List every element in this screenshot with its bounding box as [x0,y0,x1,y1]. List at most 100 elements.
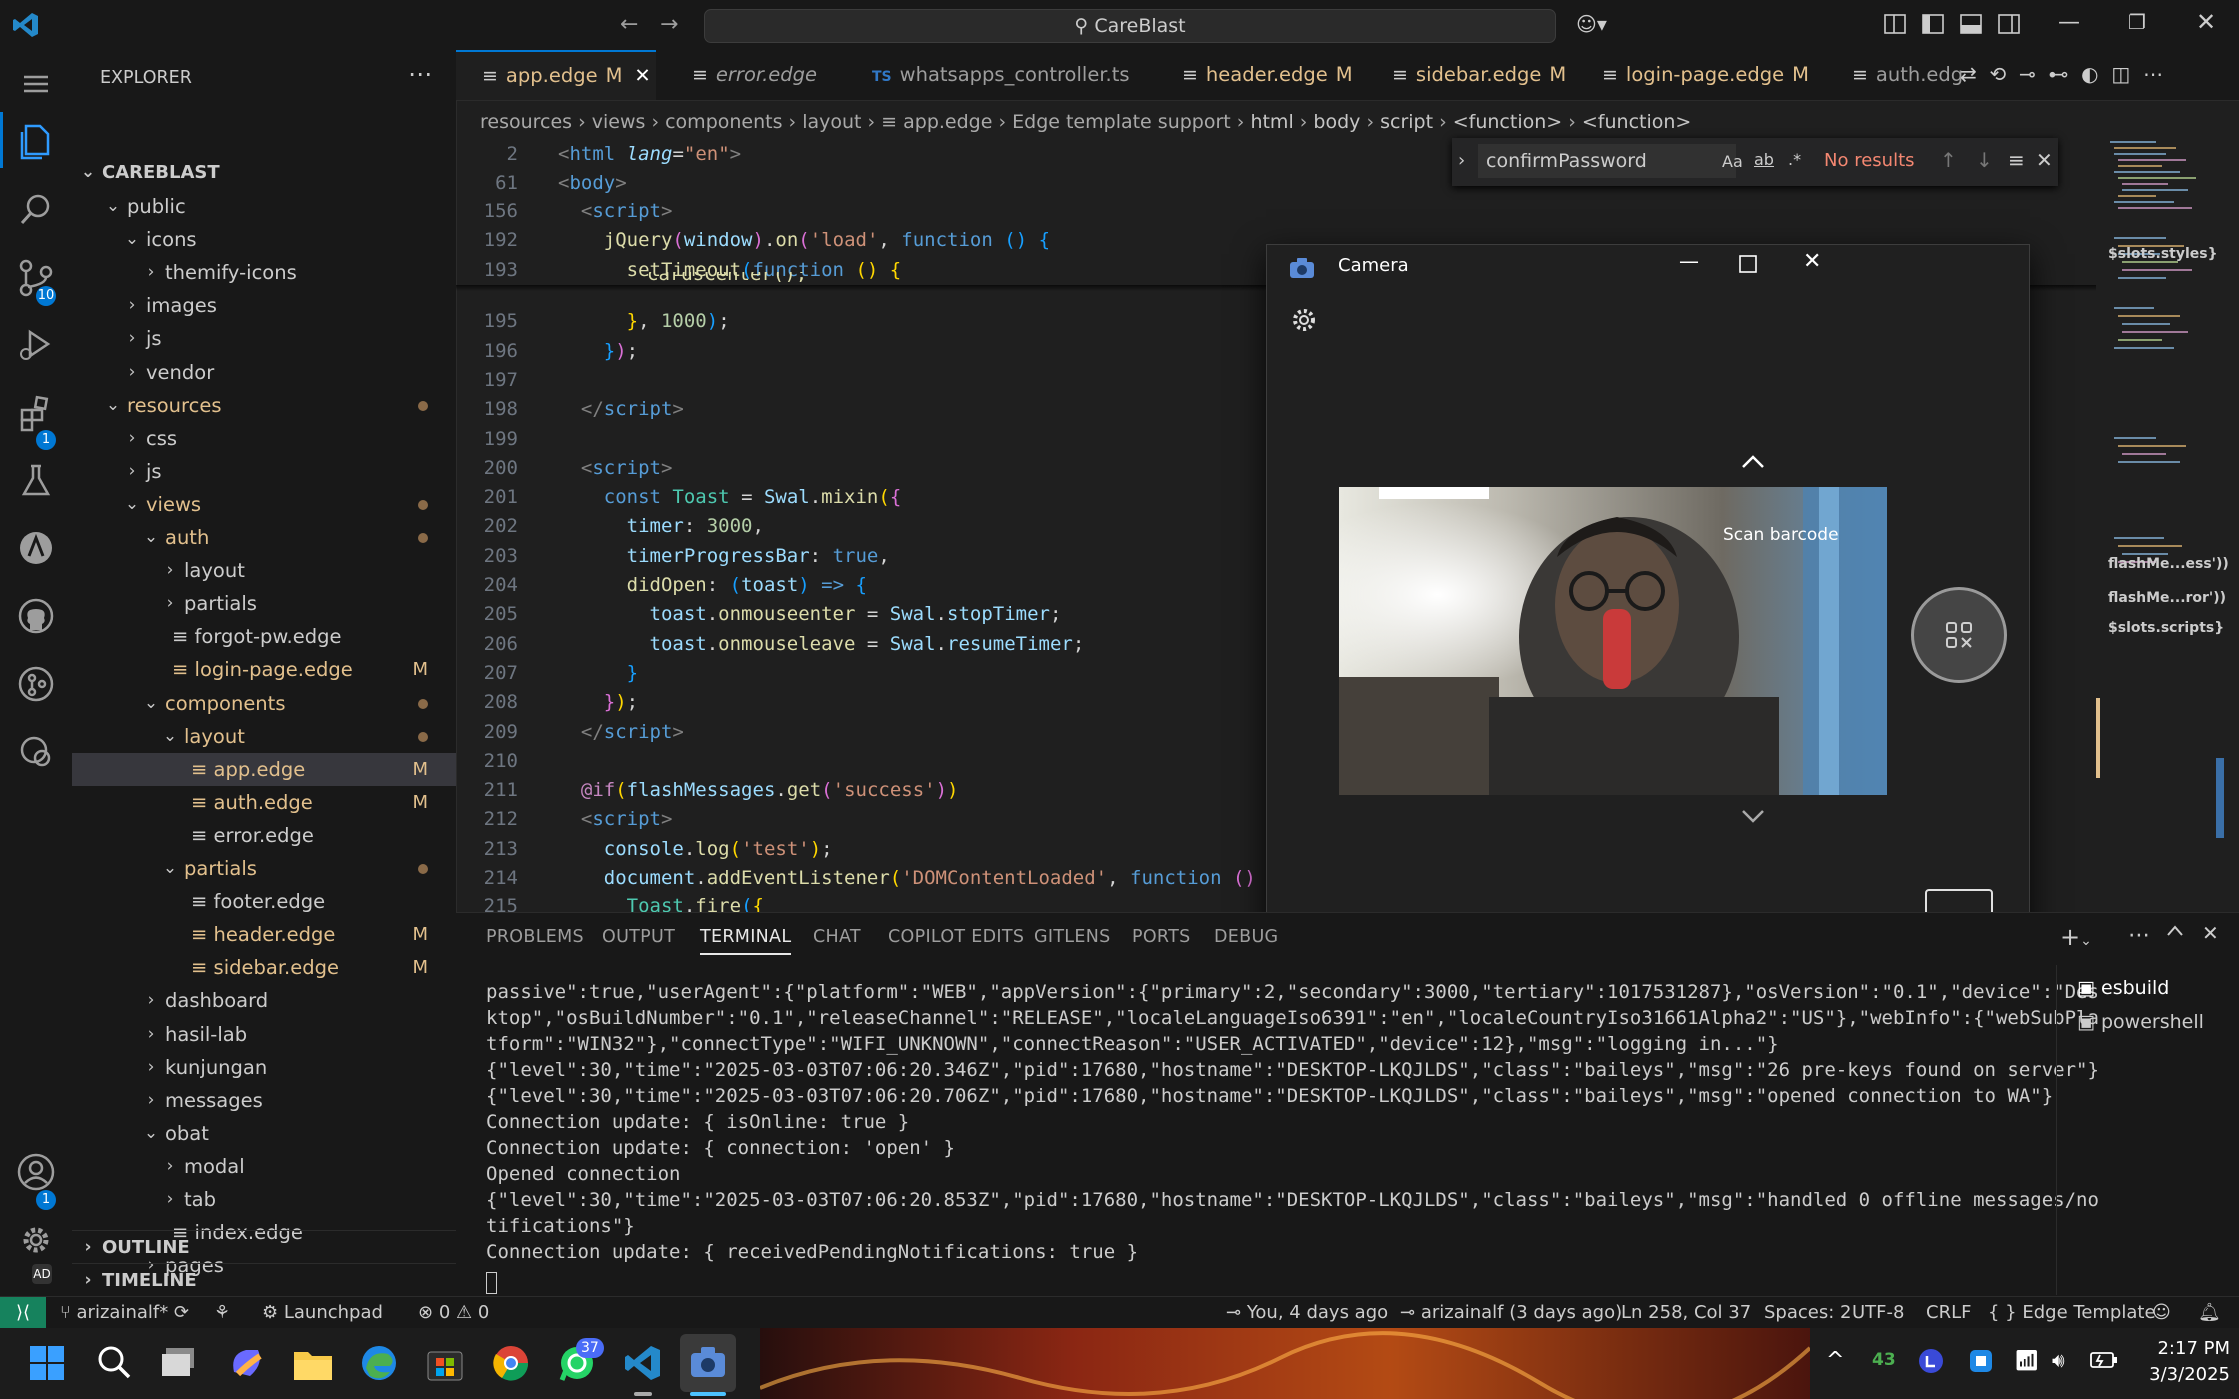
windows-start-icon[interactable] [30,1346,64,1380]
editor-tab[interactable]: TS whatsapps_controller.ts [846,50,1146,100]
editor-tab[interactable]: ≡ app.edge M ✕ [456,50,656,100]
gitlens-icon[interactable] [14,662,58,706]
folder-item[interactable]: ⌄ obat [72,1117,456,1150]
extensions-icon[interactable] [14,390,58,434]
search-icon[interactable] [14,188,58,232]
mode-down-chevron-icon[interactable] [1741,809,1765,823]
file-item[interactable]: ≡ login-page.edge M [72,653,456,686]
edge-browser-icon[interactable] [360,1344,398,1382]
folder-item[interactable]: › tab [72,1183,456,1216]
folder-item[interactable]: › images [72,289,456,322]
command-center-search[interactable]: ⚲ CareBlast [704,9,1556,43]
tray-number[interactable]: 43 [1872,1350,1896,1370]
toggle-secondary-sidebar-icon[interactable] [1998,14,2020,34]
previous-match-icon[interactable]: ↑ [1940,148,1957,172]
file-item[interactable]: ≡ header.edge M [72,918,456,951]
volume-icon[interactable]: 🔊︎ [2052,1348,2065,1372]
folder-item[interactable]: › partials [72,587,456,620]
folder-item[interactable]: ⌄ auth [72,521,456,554]
folder-item[interactable]: › messages [72,1084,456,1117]
minimap[interactable]: $slots.styles} flashMe...ess')) flashMe.… [2096,138,2229,912]
wifi-icon[interactable]: 📶︎ [2014,1348,2039,1372]
folder-item[interactable]: › themify-icons [72,256,456,289]
panel-more-icon[interactable]: ⋯ [2128,923,2150,948]
timeline-section[interactable]: › TIMELINE [72,1263,456,1297]
show-hidden-icons-chevron[interactable]: ^ [1826,1348,1844,1373]
tray-blue-app-icon[interactable] [1968,1348,1994,1374]
git-branch[interactable]: ⑂ arizainalf* ⟳ [60,1297,189,1329]
outline-section[interactable]: › OUTLINE [72,1230,456,1264]
tray-app-icon[interactable] [1918,1348,1944,1374]
terminal-item-esbuild[interactable]: ▣ esbuild [2077,977,2169,999]
folder-item[interactable]: ⌄ public [72,190,456,223]
breadcrumb-item[interactable]: views [592,111,646,133]
folder-item[interactable]: ⌄ icons [72,223,456,256]
file-item[interactable]: ≡ error.edge [72,819,456,852]
editor-tab[interactable]: ≡ sidebar.edge M [1366,50,1566,100]
code-line[interactable]: 156 <script> [456,197,2096,226]
minimize-window-icon[interactable]: — [2058,10,2080,35]
github-icon[interactable] [14,594,58,638]
close-tab-icon[interactable]: ✕ [634,64,650,87]
folder-item[interactable]: › layout [72,554,456,587]
more-actions-icon[interactable]: ⋯ [408,60,432,88]
whole-word-icon[interactable]: ab [1754,150,1774,169]
terminal-item-powershell[interactable]: ▣ powershell [2077,1011,2204,1033]
more-editor-actions-icon[interactable]: ⋯ [2143,62,2163,86]
gitlens-author[interactable]: ⊸ arizainalf (3 days ago) [1400,1297,1622,1329]
match-case-icon[interactable]: Aa [1722,152,1743,171]
chrome-icon[interactable] [492,1344,530,1382]
breadcrumb-item[interactable]: <function> [1582,111,1691,133]
breadcrumb-item[interactable]: html [1250,111,1293,133]
run-debug-icon[interactable] [14,322,58,366]
taskbar-search-icon[interactable] [96,1344,132,1380]
clock-time[interactable]: 2:17 PM [2140,1338,2230,1359]
copilot-app-icon[interactable] [228,1344,266,1382]
camera-minimize-icon[interactable]: — [1679,249,1699,273]
panel-tab-debug[interactable]: DEBUG [1214,927,1278,947]
regex-icon[interactable]: .* [1788,150,1801,169]
battery-icon[interactable] [2090,1350,2118,1370]
remote-indicator[interactable]: ⟩⟨ [0,1297,46,1329]
forward-arrow-icon[interactable]: → [660,12,678,37]
find-input[interactable]: confirmPassword [1478,144,1736,178]
blame-info[interactable]: ⊸ You, 4 days ago [1226,1297,1388,1329]
commit-next-icon[interactable]: ⊷ [2048,62,2068,86]
cursor-position[interactable]: Ln 258, Col 37 [1621,1297,1751,1329]
folder-item[interactable]: › modal [72,1150,456,1183]
menu-icon[interactable] [14,62,58,106]
task-view-icon[interactable] [162,1346,198,1380]
breadcrumb-item[interactable]: body [1313,111,1360,133]
breadcrumb-item[interactable]: layout [802,111,861,133]
folder-item[interactable]: ⌄ resources [72,389,456,422]
close-window-icon[interactable]: ✕ [2196,8,2216,36]
editor-tab[interactable]: ≡ error.edge [666,50,836,100]
explorer-icon[interactable] [14,118,58,162]
manage-gear-icon[interactable] [14,1218,58,1262]
language-mode[interactable]: { } Edge Template [1988,1297,2156,1329]
folder-item[interactable]: ⌄ views [72,488,456,521]
folder-item[interactable]: › vendor [72,356,456,389]
toggle-panel-icon[interactable] [1960,14,1982,34]
file-item[interactable]: ≡ forgot-pw.edge [72,620,456,653]
copilot-status-icon[interactable]: ☺ [2152,1297,2171,1329]
find-in-selection-icon[interactable]: ≡ [2008,148,2025,172]
vscode-taskbar-icon[interactable] [624,1344,662,1382]
folder-item[interactable]: › dashboard [72,984,456,1017]
notifications-bell-icon[interactable]: 🔔︎ [2198,1297,2221,1329]
editor-tab[interactable]: ≡ login-page.edge M [1576,50,1816,100]
breadcrumb-item[interactable]: <function> [1453,111,1562,133]
encoding[interactable]: UTF-8 [1852,1297,1904,1329]
compare-icon[interactable]: ⇄ [1960,62,1977,86]
copilot-icon[interactable]: ☺▾ [1576,12,1607,36]
file-item[interactable]: ≡ auth.edge M [72,786,456,819]
workspace-root[interactable]: ⌄ CAREBLAST [72,156,456,189]
file-item[interactable]: ≡ sidebar.edge M [72,951,456,984]
folder-item[interactable]: ⌄ layout [72,720,456,753]
breadcrumb-item[interactable]: resources [480,111,572,133]
camera-settings-icon[interactable] [1291,307,1317,333]
testing-icon[interactable] [14,458,58,502]
gitlens-graph-icon[interactable]: ⚘ [214,1297,230,1329]
close-find-icon[interactable]: ✕ [2036,148,2053,172]
remote-explorer-icon[interactable] [14,526,58,570]
